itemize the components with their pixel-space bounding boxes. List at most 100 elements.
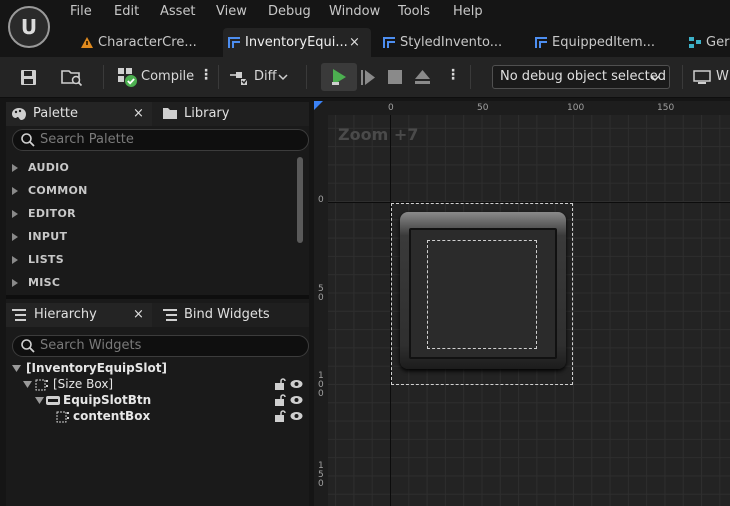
menu-edit[interactable]: Edit: [114, 4, 139, 21]
tab-label: InventoryEqui...: [245, 35, 348, 50]
search-icon: [21, 133, 35, 147]
visibility-eye-icon[interactable]: [290, 379, 303, 389]
menu-tools[interactable]: Tools: [398, 4, 430, 21]
step-forward-icon[interactable]: [360, 69, 376, 86]
menu-file[interactable]: File: [70, 4, 92, 21]
hierarchy-tab-label: Hierarchy: [34, 307, 97, 322]
search-icon: [21, 339, 35, 353]
tab-label: Ger: [706, 35, 730, 50]
left-panel: Palette × Library Search Palette AUDIO C…: [6, 102, 309, 506]
play-icon: [332, 69, 346, 85]
palette-search-placeholder: Search Palette: [40, 132, 134, 147]
debug-object-select[interactable]: No debug object selected: [492, 65, 670, 89]
palette-header: Palette × Library: [6, 102, 309, 126]
tab-library[interactable]: Library: [158, 102, 309, 126]
collapse-arrow-icon: [12, 365, 21, 372]
monitor-icon[interactable]: [693, 70, 711, 84]
menu-asset[interactable]: Asset: [160, 4, 196, 21]
play-button[interactable]: [321, 63, 357, 91]
menu-window[interactable]: Window: [329, 4, 380, 21]
warning-cone-icon: [81, 37, 93, 48]
ruler-top-tick: 0: [388, 103, 394, 113]
lock-icon[interactable]: [274, 378, 286, 390]
tree-size-box-label: [Size Box]: [53, 377, 114, 391]
widget-blueprint-icon: [383, 37, 395, 48]
folder-icon: [163, 108, 177, 119]
visibility-eye-icon[interactable]: [290, 395, 303, 405]
eject-icon[interactable]: [414, 69, 431, 85]
compile-button[interactable]: Compile: [141, 69, 194, 84]
ruler-top-tick: 150: [657, 103, 675, 113]
tab-generic[interactable]: Ger: [684, 28, 730, 57]
ruler-corner-icon: [314, 101, 323, 110]
compile-options-icon[interactable]: ⋮: [199, 67, 213, 83]
stop-icon[interactable]: [388, 70, 402, 84]
lock-icon[interactable]: [274, 410, 286, 422]
tab-equipped-item[interactable]: EquippedItem...: [530, 28, 670, 57]
widget-blueprint-icon: [535, 37, 547, 48]
hierarchy-header: Hierarchy × Bind Widgets: [6, 303, 309, 327]
close-palette-icon[interactable]: ×: [133, 102, 144, 126]
collapse-arrow-icon: [35, 397, 44, 404]
palette-scrollbar[interactable]: [297, 157, 303, 243]
tab-palette[interactable]: Palette ×: [6, 102, 152, 126]
diff-button[interactable]: Diff: [254, 69, 277, 84]
library-tab-label: Library: [184, 106, 230, 121]
save-icon[interactable]: [20, 69, 37, 86]
hierarchy-list-icon: [12, 309, 26, 321]
size-box-icon: [56, 411, 69, 423]
window-mode-button[interactable]: W: [716, 69, 729, 84]
tab-inventory-equip-slot[interactable]: InventoryEqui... ×: [223, 28, 371, 57]
palette-search-input[interactable]: Search Palette: [12, 129, 309, 151]
tab-label: CharacterCre...: [98, 35, 197, 50]
expand-arrow-icon: [12, 233, 18, 241]
size-box-icon: [35, 379, 48, 391]
browse-asset-icon[interactable]: [61, 68, 83, 87]
collapse-arrow-icon: [23, 381, 32, 388]
button-widget-icon: [46, 396, 60, 405]
ruler-left-tick: 1 0 0: [318, 371, 324, 399]
compile-icon[interactable]: [117, 67, 138, 88]
tab-hierarchy[interactable]: Hierarchy ×: [6, 303, 152, 327]
palette-tab-label: Palette: [33, 106, 79, 121]
menu-help[interactable]: Help: [453, 4, 483, 21]
expand-arrow-icon: [12, 279, 18, 287]
expand-arrow-icon: [12, 256, 18, 264]
list-icon: [163, 309, 177, 321]
tab-styled-inventory[interactable]: StyledInvento...: [378, 28, 518, 57]
widget-blueprint-icon: [228, 37, 240, 48]
designer-canvas[interactable]: 0 50 100 150 0 5 0 1 0 0 1 5 0 Zoom +7: [314, 101, 730, 506]
panel-splitter[interactable]: [6, 295, 309, 299]
diff-icon[interactable]: [229, 69, 251, 87]
toolbar: Compile ⋮ Diff ⋮ No debug object selecte…: [0, 57, 730, 98]
tab-bind-widgets[interactable]: Bind Widgets: [158, 303, 309, 327]
hierarchy-search-placeholder: Search Widgets: [40, 338, 142, 353]
unreal-logo-icon[interactable]: U: [8, 6, 50, 48]
chevron-down-icon: [650, 75, 660, 82]
menu-debug[interactable]: Debug: [268, 4, 311, 21]
tree-equip-slot-btn-label: EquipSlotBtn: [63, 393, 152, 407]
hierarchy-search-input[interactable]: Search Widgets: [12, 335, 309, 357]
ruler-left-tick: 1 5 0: [318, 461, 324, 489]
close-hierarchy-icon[interactable]: ×: [133, 303, 144, 327]
bind-widgets-tab-label: Bind Widgets: [184, 307, 270, 322]
ruler-left-tick: 0: [318, 195, 324, 205]
play-options-icon[interactable]: ⋮: [446, 67, 460, 83]
expand-arrow-icon: [12, 210, 18, 218]
debug-object-value: No debug object selected: [500, 69, 667, 84]
visibility-eye-icon[interactable]: [290, 411, 303, 421]
ruler-left-tick: 5 0: [318, 284, 324, 303]
tree-content-box-label: contentBox: [73, 409, 151, 423]
tree-root-label: [InventoryEquipSlot]: [26, 361, 167, 375]
content-box-bounds[interactable]: [427, 240, 537, 349]
blueprint-icon: [689, 37, 701, 48]
lock-icon[interactable]: [274, 394, 286, 406]
close-tab-icon[interactable]: ×: [349, 28, 360, 57]
tab-character-creator[interactable]: CharacterCre...: [76, 28, 216, 57]
palette-icon: [12, 108, 26, 120]
tab-label: StyledInvento...: [400, 35, 503, 50]
expand-arrow-icon: [12, 187, 18, 195]
expand-arrow-icon: [12, 164, 18, 172]
chevron-down-icon: [278, 74, 288, 81]
menu-view[interactable]: View: [216, 4, 247, 21]
